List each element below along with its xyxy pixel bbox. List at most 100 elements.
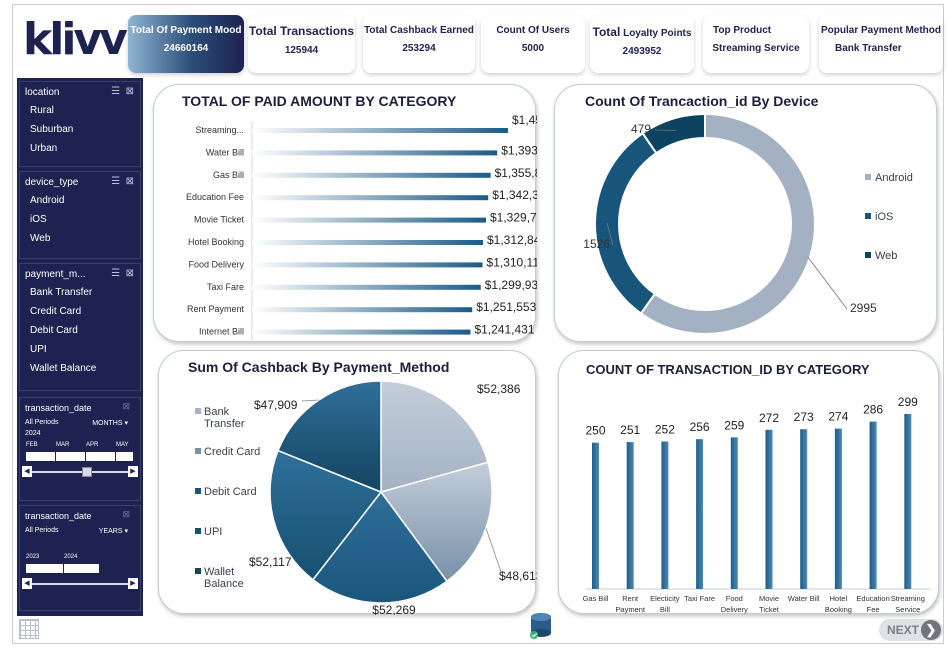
data-label: $48,613 bbox=[499, 569, 537, 583]
category-label: Movie bbox=[759, 594, 779, 603]
legend-swatch bbox=[195, 568, 201, 574]
data-label: $52,117 bbox=[249, 555, 292, 569]
slicer-item-suburban[interactable]: Suburban bbox=[20, 121, 140, 140]
slicer-item-ios[interactable]: iOS bbox=[20, 211, 140, 230]
scroll-right-icon[interactable]: ▶ bbox=[128, 578, 138, 589]
filter-sidebar: location ☰ ⊠ Rural Suburban Urban device… bbox=[17, 78, 143, 616]
bar bbox=[904, 414, 912, 589]
slicer-item-android[interactable]: Android bbox=[20, 192, 140, 211]
clear-filter-icon[interactable]: ⊠ bbox=[126, 176, 134, 187]
data-label: 256 bbox=[690, 420, 710, 434]
clear-filter-icon[interactable]: ⊠ bbox=[122, 401, 130, 412]
bar bbox=[730, 437, 738, 589]
timeline-level-dropdown[interactable]: MONTHS ▾ bbox=[92, 419, 128, 427]
timeline-bar[interactable] bbox=[20, 564, 140, 574]
slicer-item-credit-card[interactable]: Credit Card bbox=[20, 303, 140, 322]
scroll-left-icon[interactable]: ◀ bbox=[22, 466, 32, 477]
slicer-item-bank-transfer[interactable]: Bank Transfer bbox=[20, 284, 140, 303]
kpi-top-product[interactable]: Top Product Streaming Service bbox=[703, 15, 809, 73]
dashboard: klivvr Total Of Payment Mood 24660164 To… bbox=[12, 4, 944, 644]
multi-select-icon[interactable]: ☰ bbox=[111, 86, 120, 97]
kpi-total-cashback[interactable]: Total Cashback Earned 253294 bbox=[363, 15, 475, 73]
txn-by-category-svg: 250 Gas Bill 251 Rent Payment 252 Electicity Bi… bbox=[583, 395, 931, 614]
kpi-label-total: Total bbox=[592, 25, 621, 39]
category-label: Movie Ticket bbox=[194, 215, 245, 225]
slicer-controls: ☰ ⊠ bbox=[111, 268, 134, 279]
bar bbox=[252, 240, 484, 245]
kpi-popular-method[interactable]: Popular Payment Method Bank Transfer bbox=[819, 15, 943, 73]
legend-swatch bbox=[865, 252, 871, 258]
leader-line bbox=[301, 399, 319, 402]
next-button[interactable]: NEXT ❯ bbox=[879, 619, 943, 641]
multi-select-icon[interactable]: ☰ bbox=[111, 268, 120, 279]
category-label: Gas Bill bbox=[583, 594, 609, 603]
bar bbox=[834, 428, 842, 589]
donut-slice bbox=[594, 131, 658, 315]
bar bbox=[252, 172, 491, 178]
slicer-item-urban[interactable]: Urban bbox=[20, 140, 140, 159]
legend-swatch bbox=[195, 488, 201, 494]
legend-swatch bbox=[865, 174, 871, 180]
slicer-item-upi[interactable]: UPI bbox=[20, 341, 140, 360]
legend-swatch bbox=[865, 213, 871, 219]
bar bbox=[252, 195, 489, 201]
timeline-year: 2024 bbox=[25, 430, 41, 437]
legend-label: Credit Card bbox=[204, 446, 260, 458]
slicer-item-rural[interactable]: Rural bbox=[20, 102, 140, 121]
chart-txn-by-category: COUNT OF TRANSACTION_ID BY CATEGORY 250 G… bbox=[558, 350, 939, 614]
timeline-bar[interactable] bbox=[20, 452, 140, 462]
bar bbox=[800, 429, 808, 589]
bar bbox=[252, 307, 473, 313]
timeline-month: APR bbox=[86, 442, 99, 448]
category-label: Service bbox=[895, 605, 920, 614]
slicer-header: location ☰ ⊠ bbox=[20, 82, 140, 102]
data-label: $1,355,832 bbox=[495, 166, 537, 180]
scroll-left-icon[interactable]: ◀ bbox=[22, 578, 32, 589]
kpi-total-transactions[interactable]: Total Transactions 125944 bbox=[248, 15, 355, 73]
database-icon[interactable] bbox=[529, 612, 553, 640]
category-label: Food bbox=[726, 594, 743, 603]
multi-select-icon[interactable]: ☰ bbox=[111, 176, 120, 187]
scroll-thumb[interactable] bbox=[82, 467, 92, 477]
timeline-title: transaction_date ⊠ bbox=[20, 398, 140, 416]
timeline-level-dropdown[interactable]: YEARS ▾ bbox=[99, 527, 128, 535]
legend-label: Debit Card bbox=[204, 486, 257, 498]
data-label: 274 bbox=[828, 410, 848, 424]
clear-filter-icon[interactable]: ⊠ bbox=[126, 86, 134, 97]
data-label: $1,251,553 bbox=[476, 300, 536, 314]
slicer-title: location bbox=[25, 87, 60, 98]
legend-label: Transfer bbox=[204, 418, 245, 430]
clear-filter-icon[interactable]: ⊠ bbox=[122, 509, 130, 520]
timeline-scrollbar[interactable]: ◀ ▶ bbox=[20, 578, 140, 590]
slicer-device-type: device_type ☰ ⊠ Android iOS Web bbox=[19, 171, 141, 259]
data-label: 1526 bbox=[583, 237, 610, 251]
category-label: Education Fee bbox=[186, 192, 244, 202]
slicer-item-debit-card[interactable]: Debit Card bbox=[20, 322, 140, 341]
slicer-item-wallet-balance[interactable]: Wallet Balance bbox=[20, 360, 140, 379]
txn-by-device-svg: 2995 1526 479 Android iOS Web bbox=[583, 112, 913, 335]
legend-label: Balance bbox=[204, 578, 244, 590]
kpi-value: 5000 bbox=[521, 43, 545, 54]
slicer-item-web[interactable]: Web bbox=[20, 230, 140, 249]
timeline-scrollbar[interactable]: ◀ ▶ bbox=[20, 466, 140, 478]
data-label: 251 bbox=[620, 423, 640, 437]
clear-filter-icon[interactable]: ⊠ bbox=[126, 268, 134, 279]
timeline-period-text: All Periods bbox=[25, 419, 59, 426]
kpi-label: Total Cashback Earned bbox=[364, 25, 474, 36]
category-label: Internet Bill bbox=[199, 327, 244, 337]
kpi-total-payment[interactable]: Total Of Payment Mood 24660164 bbox=[128, 15, 244, 73]
kpi-loyalty-points[interactable]: Total Loyalty Points 2493952 bbox=[590, 15, 694, 73]
bar bbox=[252, 128, 508, 133]
bar bbox=[252, 217, 486, 223]
kpi-count-users[interactable]: Count Of Users 5000 bbox=[481, 15, 585, 73]
data-label: 252 bbox=[655, 423, 675, 437]
bar bbox=[252, 262, 483, 268]
scroll-right-icon[interactable]: ▶ bbox=[128, 466, 138, 477]
chart-txn-by-device: Count Of Trancaction_id By Device 2995 15… bbox=[554, 84, 937, 342]
category-label: Rent Payment bbox=[187, 304, 245, 314]
grid-icon[interactable] bbox=[19, 619, 39, 639]
timeline-title: transaction_date ⊠ bbox=[20, 506, 140, 524]
legend-label: UPI bbox=[204, 526, 222, 538]
category-label: Taxi Fare bbox=[207, 282, 244, 292]
legend-swatch bbox=[195, 408, 201, 414]
